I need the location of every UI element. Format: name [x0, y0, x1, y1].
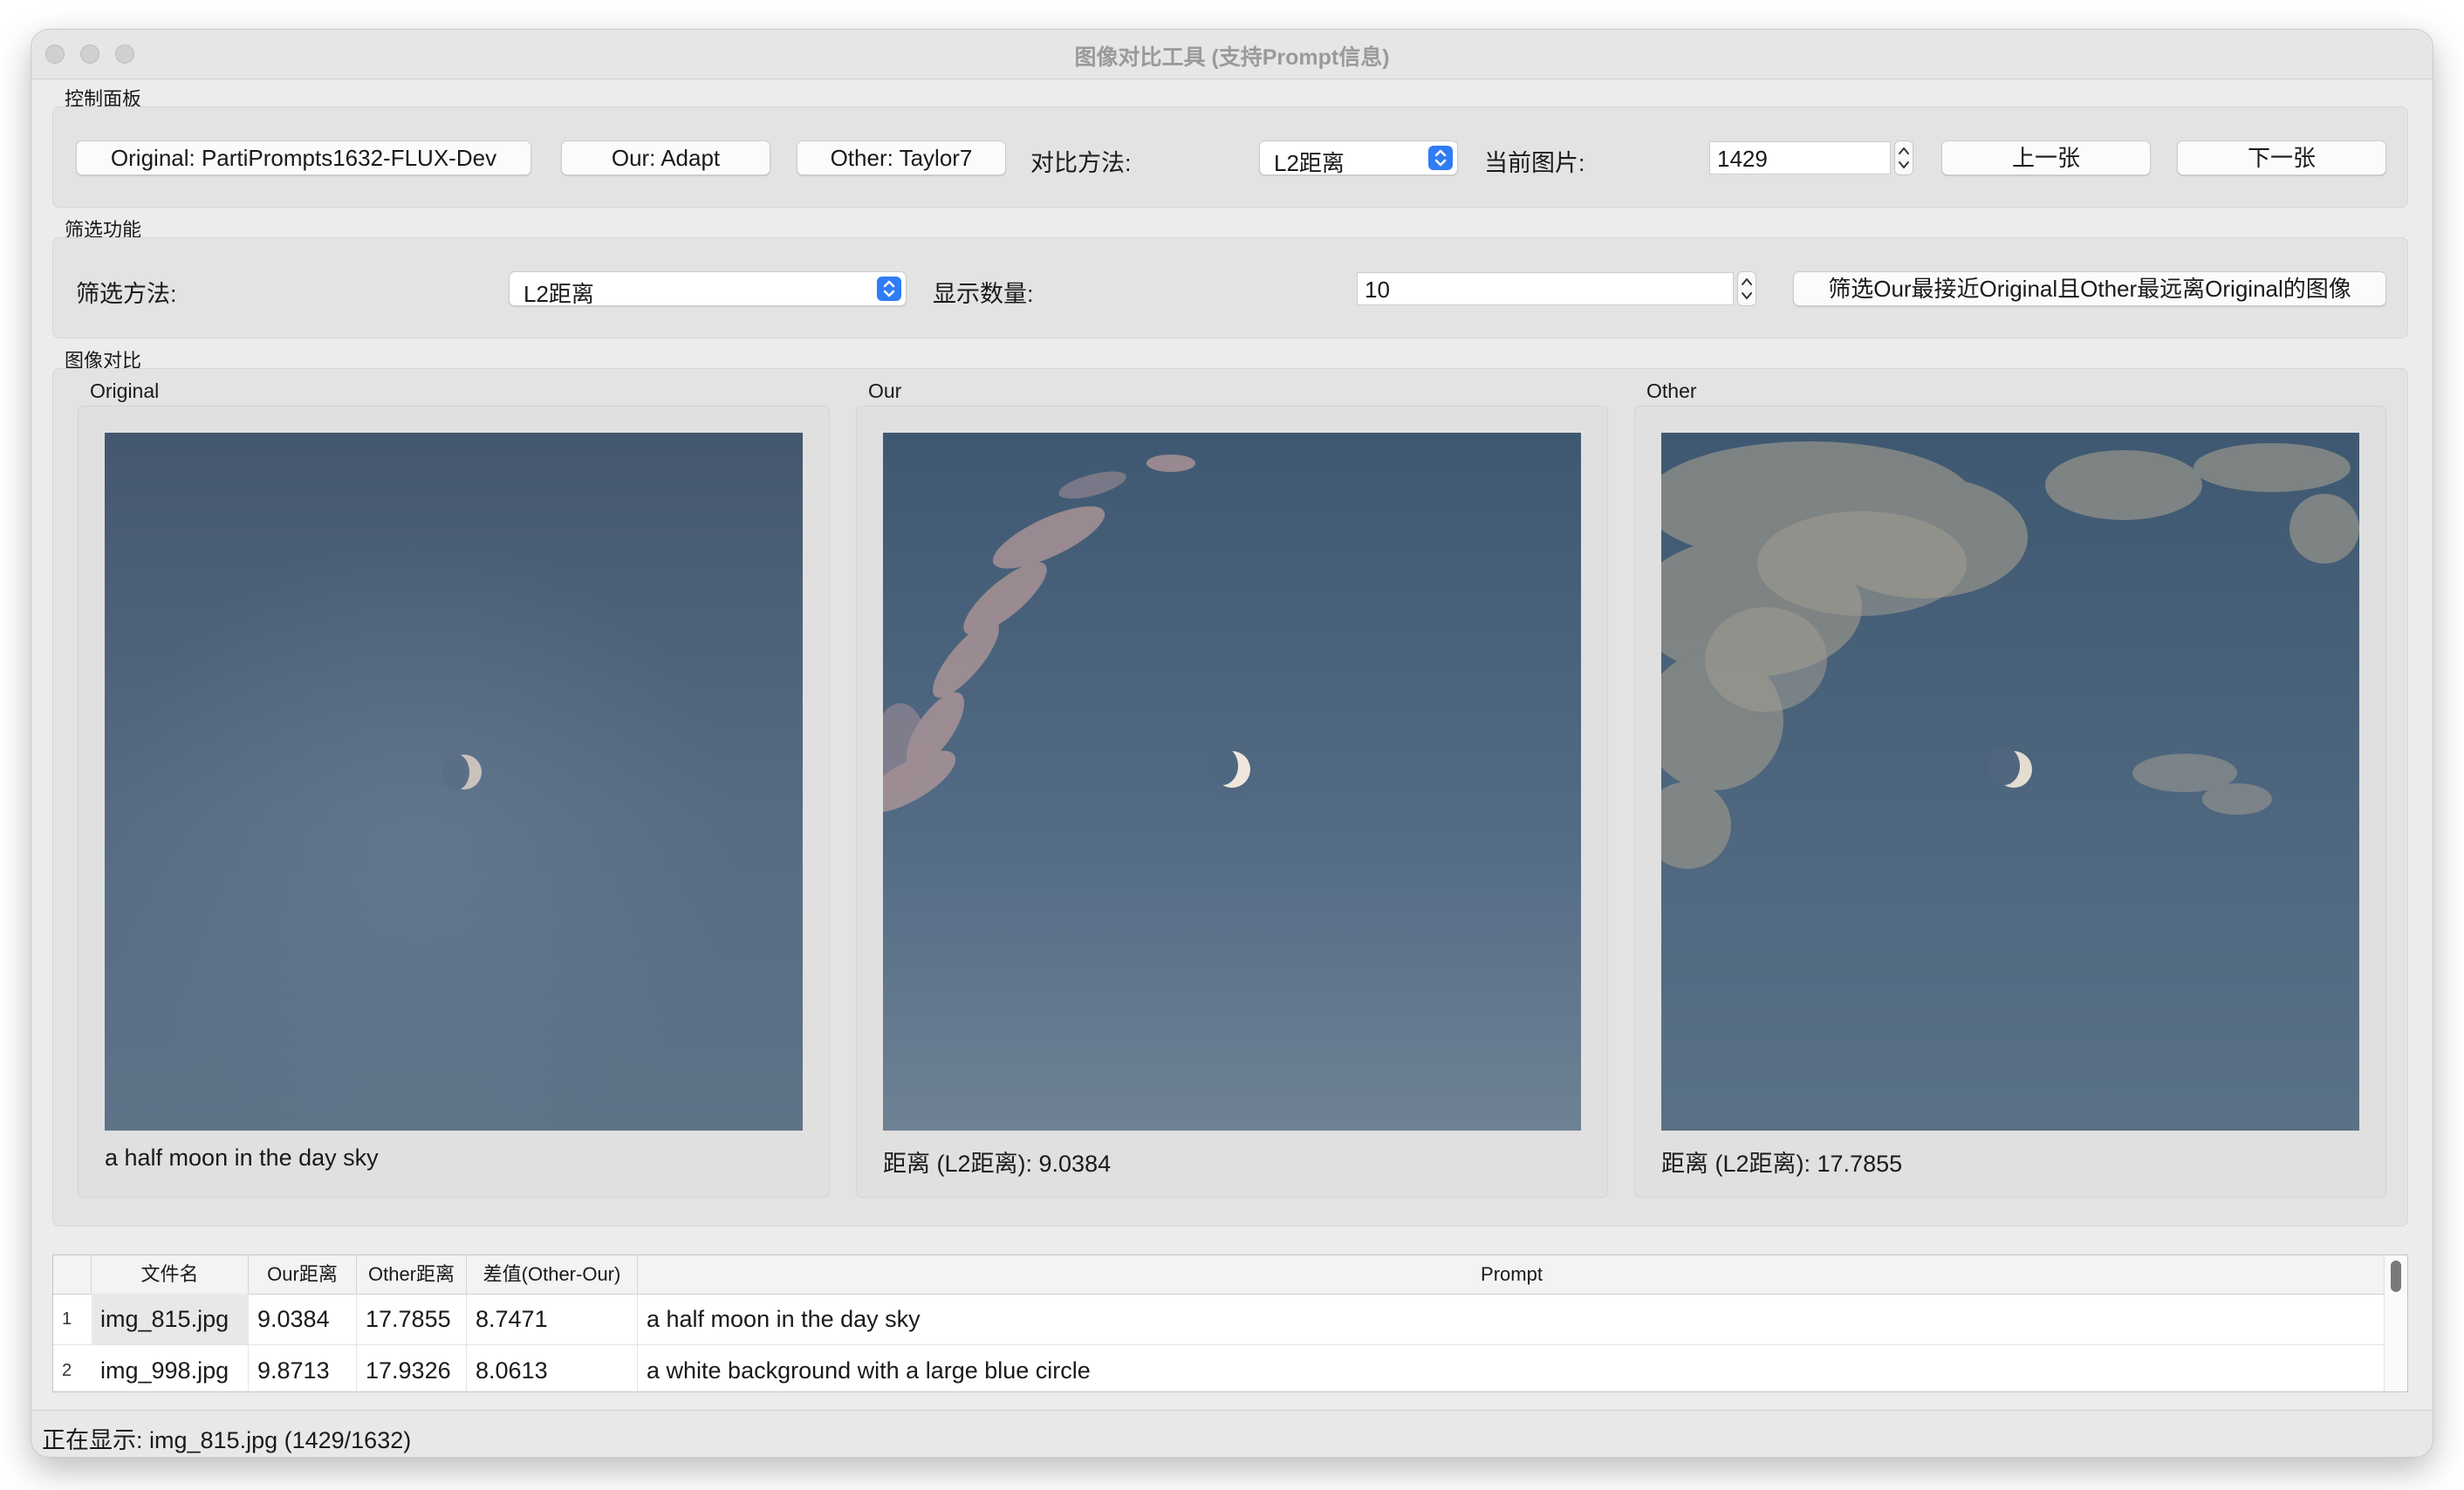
- control-panel: Original: PartiPrompts1632-FLUX-Dev Our:…: [52, 106, 2408, 208]
- compare-panel: Original a half moon in the day sky Our …: [52, 368, 2408, 1227]
- header-prompt[interactable]: Prompt: [638, 1255, 2386, 1294]
- header-our-distance[interactable]: Our距离: [249, 1255, 357, 1294]
- original-source-button[interactable]: Original: PartiPrompts1632-FLUX-Dev: [76, 140, 531, 175]
- original-panel: a half moon in the day sky: [78, 406, 830, 1198]
- window-title: 图像对比工具 (支持Prompt信息): [1074, 45, 1390, 70]
- current-image-label: 当前图片:: [1484, 150, 1585, 176]
- cell-prompt[interactable]: a half moon in the day sky: [638, 1294, 2386, 1344]
- display-count-stepper[interactable]: [1737, 271, 1756, 306]
- cell-difference[interactable]: 8.7471: [467, 1294, 638, 1344]
- current-image-stepper[interactable]: [1894, 140, 1913, 175]
- compare-method-label: 对比方法:: [1030, 150, 1132, 176]
- compare-method-select[interactable]: L2距离: [1259, 140, 1458, 176]
- filter-method-label: 筛选方法:: [76, 281, 177, 307]
- original-panel-title: Original: [90, 379, 160, 402]
- original-image: [105, 433, 803, 1131]
- row-number-header: [53, 1255, 92, 1294]
- results-table: 文件名 Our距离 Other距离 差值(Other-Our) Prompt 1…: [52, 1254, 2408, 1392]
- status-text: 正在显示: img_815.jpg (1429/1632): [42, 1427, 412, 1453]
- display-count-value: 10: [1365, 277, 1390, 303]
- our-panel: 距离 (L2距离): 9.0384: [856, 406, 1608, 1198]
- filter-panel: 筛选方法: L2距离 显示数量: 10 筛选Our最接近Original且Oth…: [52, 237, 2408, 338]
- select-chevron-icon: [1428, 146, 1453, 170]
- filter-images-button[interactable]: 筛选Our最接近Original且Other最远离Original的图像: [1793, 271, 2386, 306]
- cell-filename[interactable]: img_815.jpg: [92, 1294, 249, 1344]
- our-distance-caption: 距离 (L2距离): 9.0384: [883, 1151, 1112, 1177]
- cell-difference[interactable]: 8.0613: [467, 1345, 638, 1391]
- header-other-distance[interactable]: Other距离: [357, 1255, 467, 1294]
- table-row[interactable]: 2 img_998.jpg 9.8713 17.9326 8.0613 a wh…: [53, 1345, 2386, 1391]
- our-panel-title: Our: [868, 379, 902, 402]
- original-prompt-caption: a half moon in the day sky: [105, 1145, 379, 1171]
- cell-other-distance[interactable]: 17.7855: [357, 1294, 467, 1344]
- other-source-button[interactable]: Other: Taylor7: [797, 140, 1006, 175]
- other-panel: 距离 (L2距离): 17.7855: [1634, 406, 2386, 1198]
- select-chevron-icon: [877, 277, 901, 301]
- compare-method-value: L2距离: [1274, 150, 1345, 176]
- cell-our-distance[interactable]: 9.0384: [249, 1294, 357, 1344]
- header-filename[interactable]: 文件名: [92, 1255, 249, 1294]
- other-image: [1661, 433, 2359, 1131]
- table-scrollbar[interactable]: [2384, 1255, 2407, 1391]
- row-number: 1: [62, 1309, 72, 1329]
- cell-filename[interactable]: img_998.jpg: [92, 1345, 249, 1391]
- our-source-button[interactable]: Our: Adapt: [561, 140, 770, 175]
- cell-other-distance[interactable]: 17.9326: [357, 1345, 467, 1391]
- table-header: 文件名 Our距离 Other距离 差值(Other-Our) Prompt: [53, 1255, 2407, 1295]
- table-scroll-thumb[interactable]: [2391, 1261, 2401, 1292]
- current-image-value: 1429: [1717, 146, 1768, 172]
- other-distance-caption: 距离 (L2距离): 17.7855: [1661, 1151, 1903, 1177]
- next-image-button[interactable]: 下一张: [2177, 140, 2386, 175]
- current-image-field[interactable]: 1429: [1709, 141, 1891, 174]
- filter-method-value: L2距离: [524, 281, 594, 307]
- title-bar: 图像对比工具 (支持Prompt信息): [31, 30, 2433, 79]
- filter-method-select[interactable]: L2距离: [509, 271, 907, 307]
- display-count-label: 显示数量:: [933, 281, 1034, 307]
- row-number: 2: [62, 1361, 72, 1380]
- previous-image-button[interactable]: 上一张: [1941, 140, 2151, 175]
- our-image: [883, 433, 1581, 1131]
- table-row[interactable]: 1 img_815.jpg 9.0384 17.7855 8.7471 a ha…: [53, 1294, 2386, 1345]
- cell-prompt[interactable]: a white background with a large blue cir…: [638, 1345, 2386, 1391]
- status-bar: 正在显示: img_815.jpg (1429/1632): [31, 1410, 2433, 1457]
- cell-our-distance[interactable]: 9.8713: [249, 1345, 357, 1391]
- other-panel-title: Other: [1646, 379, 1697, 402]
- display-count-field[interactable]: 10: [1357, 272, 1734, 305]
- header-difference[interactable]: 差值(Other-Our): [467, 1255, 638, 1294]
- app-window: 图像对比工具 (支持Prompt信息) 控制面板 Original: Parti…: [31, 30, 2433, 1457]
